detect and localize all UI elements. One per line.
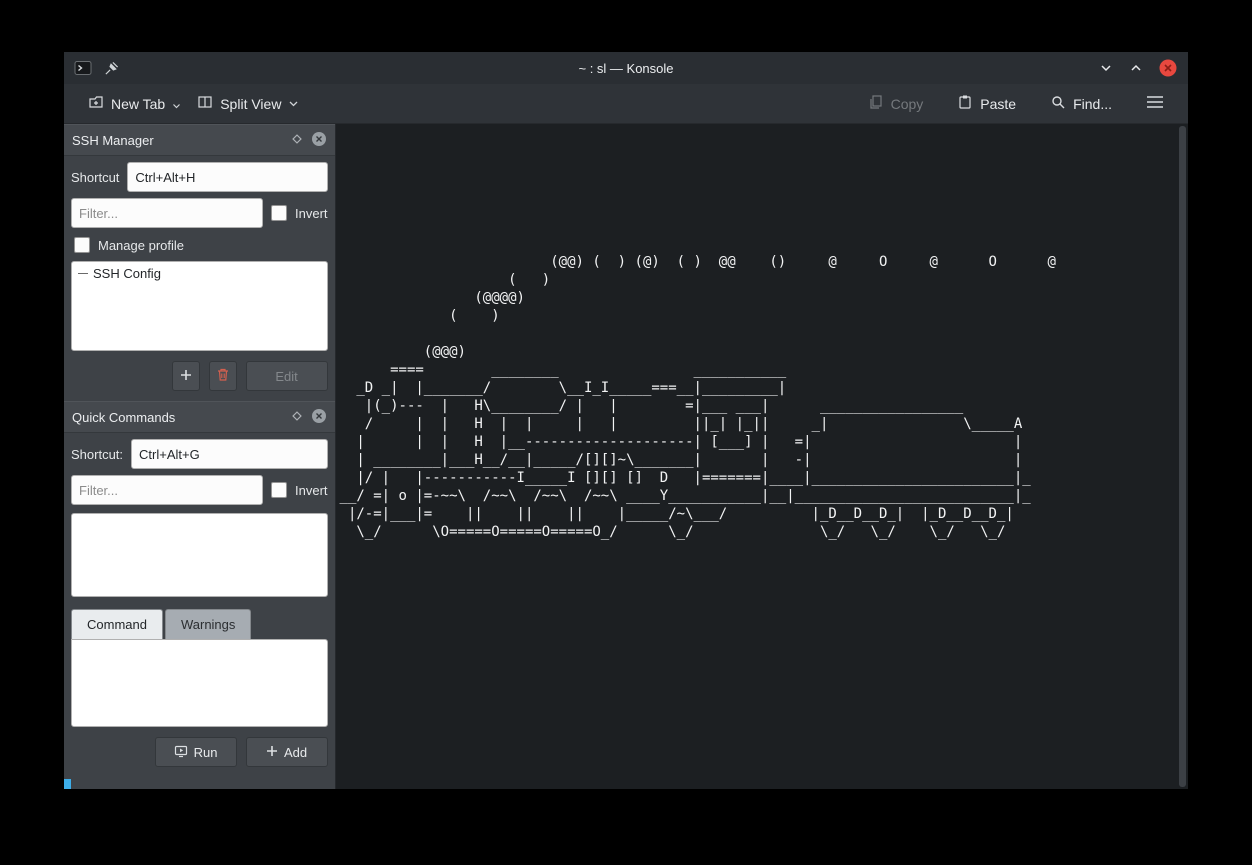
copy-button[interactable]: Copy	[860, 88, 932, 119]
paste-button[interactable]: Paste	[949, 88, 1024, 119]
chevron-down-icon	[172, 97, 181, 113]
qc-shortcut-input[interactable]	[131, 439, 327, 469]
search-icon	[1050, 94, 1066, 113]
titlebar[interactable]: ~ : sl — Konsole	[64, 52, 1188, 84]
float-panel-icon[interactable]	[291, 133, 303, 148]
quick-commands-title: Quick Commands	[72, 410, 291, 425]
ssh-config-item-label: SSH Config	[93, 266, 161, 281]
plus-icon	[180, 369, 192, 384]
chevron-down-icon	[288, 96, 299, 112]
qc-shortcut-label: Shortcut:	[71, 447, 123, 462]
run-icon	[174, 744, 188, 761]
split-view-button[interactable]: Split View	[189, 88, 307, 119]
qc-add-label: Add	[284, 745, 307, 760]
ssh-shortcut-input[interactable]	[127, 162, 327, 192]
qc-tab-bar: Command Warnings	[71, 609, 328, 639]
split-view-label: Split View	[220, 96, 281, 112]
window-title: ~ : sl — Konsole	[64, 61, 1188, 76]
qc-command-editor[interactable]	[71, 639, 328, 727]
maximize-button[interactable]	[1128, 60, 1144, 76]
find-label: Find...	[1073, 96, 1112, 112]
terminal-output: (@@) ( ) (@) ( ) @@ () @ O @ O @ ( ) (@@…	[340, 127, 1176, 541]
terminal-display[interactable]: (@@) ( ) (@) ( ) @@ () @ O @ O @ ( ) (@@…	[336, 124, 1188, 789]
manage-profile-label: Manage profile	[98, 238, 184, 253]
close-panel-icon[interactable]	[311, 131, 327, 150]
quick-commands-header[interactable]: Quick Commands	[64, 401, 335, 433]
ssh-invert-label: Invert	[295, 206, 328, 221]
tab-command[interactable]: Command	[71, 609, 163, 639]
close-panel-icon[interactable]	[311, 408, 327, 427]
scrollbar-thumb[interactable]	[1179, 126, 1186, 787]
hamburger-menu-button[interactable]	[1138, 89, 1172, 118]
close-button[interactable]	[1158, 58, 1178, 78]
list-item[interactable]: SSH Config	[72, 262, 327, 283]
find-button[interactable]: Find...	[1042, 88, 1120, 119]
qc-run-label: Run	[194, 745, 218, 760]
ssh-shortcut-label: Shortcut	[71, 170, 119, 185]
copy-label: Copy	[891, 96, 924, 112]
qc-filter-input[interactable]	[71, 475, 263, 505]
new-tab-button[interactable]: New Tab	[80, 88, 189, 119]
qc-invert-checkbox[interactable]	[271, 482, 287, 498]
main-toolbar: New Tab Split View Copy	[64, 84, 1188, 124]
plugin-sidebar: SSH Manager Shortcut Invert	[64, 124, 336, 789]
ssh-add-button[interactable]	[172, 361, 200, 391]
ssh-edit-label: Edit	[275, 369, 297, 384]
hamburger-icon	[1146, 95, 1164, 112]
tab-warnings-label: Warnings	[181, 617, 235, 632]
ssh-manager-title: SSH Manager	[72, 133, 291, 148]
ssh-delete-button[interactable]	[209, 361, 237, 391]
qc-run-button[interactable]: Run	[155, 737, 237, 767]
konsole-window: ~ : sl — Konsole New	[64, 52, 1188, 789]
plus-icon	[266, 745, 278, 760]
minimize-button[interactable]	[1098, 60, 1114, 76]
tree-branch-icon	[78, 273, 88, 274]
qc-commands-list[interactable]	[71, 513, 328, 597]
copy-icon	[868, 94, 884, 113]
konsole-app-icon[interactable]	[74, 59, 92, 77]
new-tab-label: New Tab	[111, 96, 165, 112]
ssh-edit-button[interactable]: Edit	[246, 361, 328, 391]
terminal-scrollbar[interactable]	[1179, 126, 1186, 787]
ssh-invert-checkbox[interactable]	[271, 205, 287, 221]
paste-label: Paste	[980, 96, 1016, 112]
ssh-manager-header[interactable]: SSH Manager	[64, 124, 335, 156]
tab-command-label: Command	[87, 617, 147, 632]
new-tab-icon	[88, 94, 104, 113]
paste-icon	[957, 94, 973, 113]
accent-corner	[64, 779, 71, 789]
manage-profile-checkbox[interactable]	[74, 237, 90, 253]
ssh-config-list[interactable]: SSH Config	[71, 261, 328, 351]
qc-invert-label: Invert	[295, 483, 328, 498]
qc-add-button[interactable]: Add	[246, 737, 328, 767]
float-panel-icon[interactable]	[291, 410, 303, 425]
split-view-icon	[197, 94, 213, 113]
ssh-filter-input[interactable]	[71, 198, 263, 228]
pin-icon[interactable]	[104, 61, 119, 76]
trash-icon	[216, 367, 230, 385]
tab-warnings[interactable]: Warnings	[165, 609, 251, 639]
